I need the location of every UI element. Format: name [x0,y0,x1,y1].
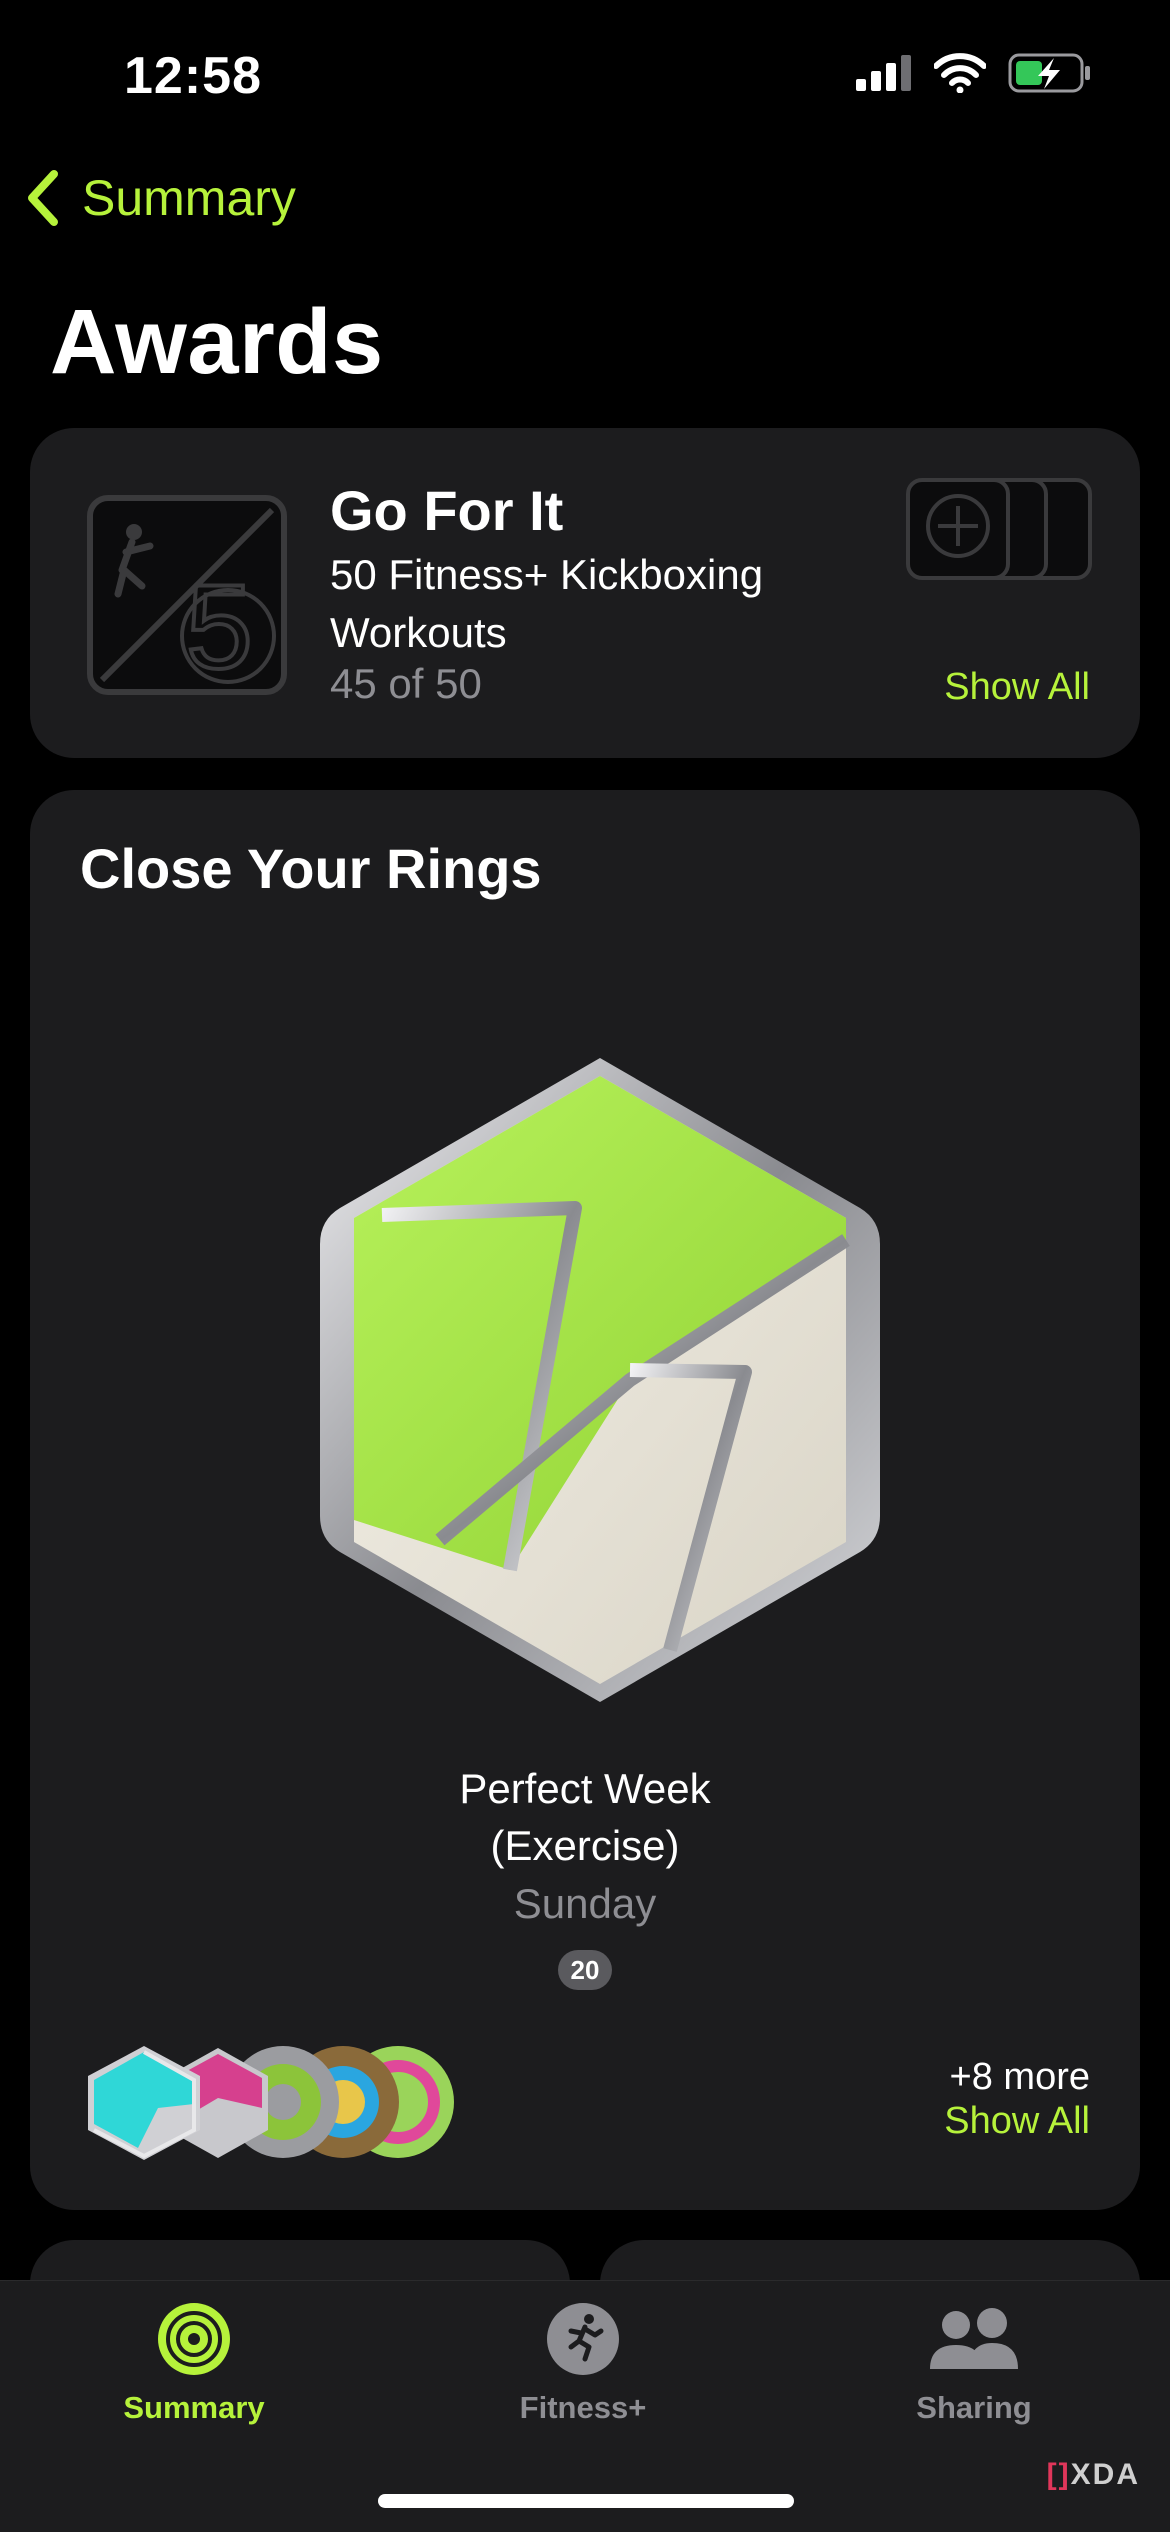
tab-sharing[interactable]: Sharing [824,2301,1124,2426]
goal-show-all-link[interactable]: Show All [944,666,1090,709]
tab-fitness-label: Fitness+ [519,2390,647,2425]
wifi-icon [934,53,986,93]
perfect-week-exercise-badge[interactable] [300,1050,900,1710]
chevron-left-icon [28,170,58,226]
award-date: Sunday [513,1880,657,1927]
tab-summary[interactable]: Summary [44,2301,344,2426]
svg-text:5: 5 [186,560,253,694]
awards-screen: 12:58 Summary Awards 5 Go For It 50 Fitn… [0,0,1170,2532]
recent-awards-stack[interactable] [78,2038,458,2166]
page-title: Awards [50,291,384,393]
tab-sharing-label: Sharing [916,2390,1032,2425]
status-icons [856,52,1092,94]
award-count-badge: 20 [558,1950,612,1990]
runner-icon [547,2303,619,2375]
award-stack-icon [906,478,1092,580]
tab-summary-label: Summary [123,2390,265,2425]
kickboxing-badge-icon: 5 [87,495,287,696]
battery-charging-icon [1008,53,1090,93]
goal-title: Go For It [330,479,564,542]
home-indicator[interactable] [378,2494,794,2508]
cellular-signal-icon [856,55,911,91]
people-icon [930,2308,1018,2369]
goal-award-card[interactable]: 5 Go For It 50 Fitness+ Kickboxing Worko… [30,428,1140,758]
close-your-rings-card: Close Your Rings Perfect Week (Exercise)… [30,790,1140,2210]
back-label: Summary [82,170,296,226]
back-button[interactable]: Summary [24,168,296,228]
goal-progress: 45 of 50 [330,660,482,707]
activity-rings-icon [158,2303,230,2375]
goal-description: 50 Fitness+ Kickboxing Workouts [330,551,764,656]
more-awards-count: +8 more [949,2056,1090,2098]
rings-show-all-link[interactable]: Show All [944,2100,1090,2143]
rings-section-title: Close Your Rings [80,837,542,900]
tab-fitness-plus[interactable]: Fitness+ [433,2301,733,2426]
status-bar: 12:58 [0,0,1170,150]
status-time: 12:58 [124,47,262,105]
award-name: Perfect Week (Exercise) [459,1765,711,1869]
xda-watermark: []XDA [1046,2458,1140,2491]
